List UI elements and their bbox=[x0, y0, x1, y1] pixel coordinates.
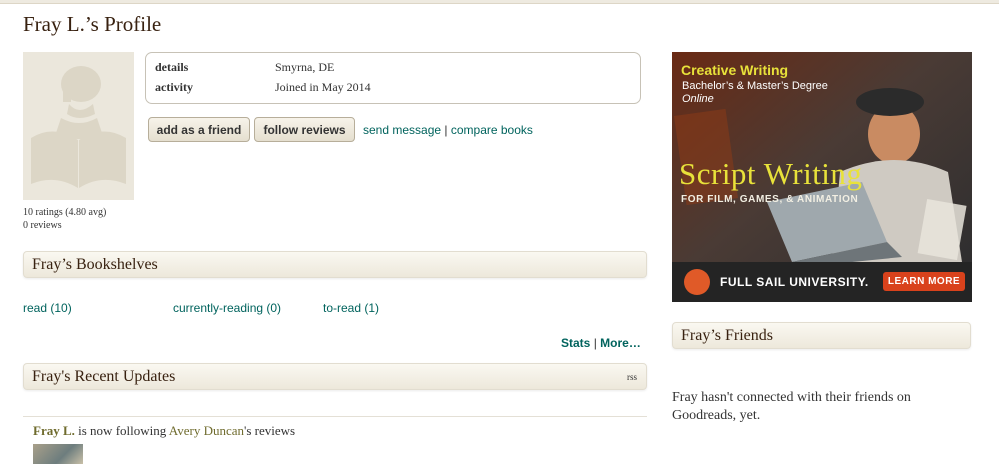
shelf-stats-links: Stats | More… bbox=[561, 336, 641, 350]
location-value: Smyrna, DE bbox=[275, 60, 335, 74]
update-actor-link[interactable]: Fray L. bbox=[33, 423, 75, 438]
activity-label: activity bbox=[155, 80, 193, 94]
link-separator: | bbox=[444, 123, 448, 137]
compare-books-link[interactable]: compare books bbox=[451, 123, 533, 137]
update-text: is now following bbox=[74, 423, 169, 438]
advertisement[interactable]: Creative Writing Bachelor’s & Master’s D… bbox=[672, 52, 972, 302]
more-link[interactable]: More… bbox=[600, 336, 641, 350]
profile-links: send message | compare books bbox=[363, 123, 533, 137]
ad-line-1: Creative Writing bbox=[681, 62, 789, 78]
avatar[interactable] bbox=[23, 52, 134, 200]
friends-empty-text: Fray hasn't connected with their friends… bbox=[672, 390, 911, 423]
shelf-read-link[interactable]: read (10) bbox=[23, 301, 72, 315]
ad-brand: FULL SAIL UNIVERSITY. bbox=[720, 275, 869, 289]
ratings-link[interactable]: 10 ratings (4.80 avg) bbox=[23, 206, 106, 219]
reviews-link[interactable]: 0 reviews bbox=[23, 219, 106, 232]
ad-line-3: Online bbox=[682, 93, 714, 105]
follow-reviews-button[interactable]: follow reviews bbox=[254, 117, 355, 142]
recent-updates-header: Fray's Recent Updates rss bbox=[23, 363, 647, 390]
profile-stats: 10 ratings (4.80 avg) 0 reviews bbox=[23, 206, 106, 232]
rss-link[interactable]: rss bbox=[627, 372, 637, 382]
update-target-link[interactable]: Avery Duncan bbox=[169, 423, 244, 438]
friends-title[interactable]: Fray’s Friends bbox=[681, 327, 773, 345]
full-sail-logo-icon bbox=[684, 269, 710, 295]
details-label: details bbox=[155, 60, 189, 74]
shelf-currently-reading-link[interactable]: currently-reading (0) bbox=[173, 301, 281, 315]
recent-updates-title: Fray's Recent Updates bbox=[32, 368, 176, 385]
stats-link[interactable]: Stats bbox=[561, 336, 590, 350]
friends-header: Fray’s Friends bbox=[672, 322, 971, 349]
reader-silhouette-icon bbox=[31, 66, 126, 188]
details-box: details Smyrna, DE activity Joined in Ma… bbox=[145, 52, 641, 104]
add-friend-button[interactable]: add as a friend bbox=[148, 117, 250, 142]
page-title: Fray L.’s Profile bbox=[23, 12, 162, 36]
bookshelves-title[interactable]: Fray’s Bookshelves bbox=[32, 256, 158, 274]
ad-footer-bar: FULL SAIL UNIVERSITY. LEARN MORE bbox=[672, 262, 972, 302]
ad-line-2: Bachelor’s & Master’s Degree bbox=[682, 80, 828, 92]
joined-value: Joined in May 2014 bbox=[275, 80, 371, 94]
top-border bbox=[0, 0, 999, 4]
update-thumbnail[interactable] bbox=[33, 444, 83, 464]
stats-separator: | bbox=[593, 336, 597, 350]
ad-subline: FOR FILM, GAMES, & ANIMATION bbox=[681, 194, 859, 205]
learn-more-button[interactable]: LEARN MORE bbox=[883, 272, 965, 291]
update-suffix: 's reviews bbox=[244, 423, 296, 438]
update-item: Fray L. is now following Avery Duncan's … bbox=[33, 423, 295, 439]
bookshelves-header: Fray’s Bookshelves bbox=[23, 251, 647, 278]
send-message-link[interactable]: send message bbox=[363, 123, 441, 137]
shelf-to-read-link[interactable]: to-read (1) bbox=[323, 301, 379, 315]
ad-headline: Script Writing bbox=[679, 156, 863, 191]
updates-divider bbox=[23, 416, 647, 417]
